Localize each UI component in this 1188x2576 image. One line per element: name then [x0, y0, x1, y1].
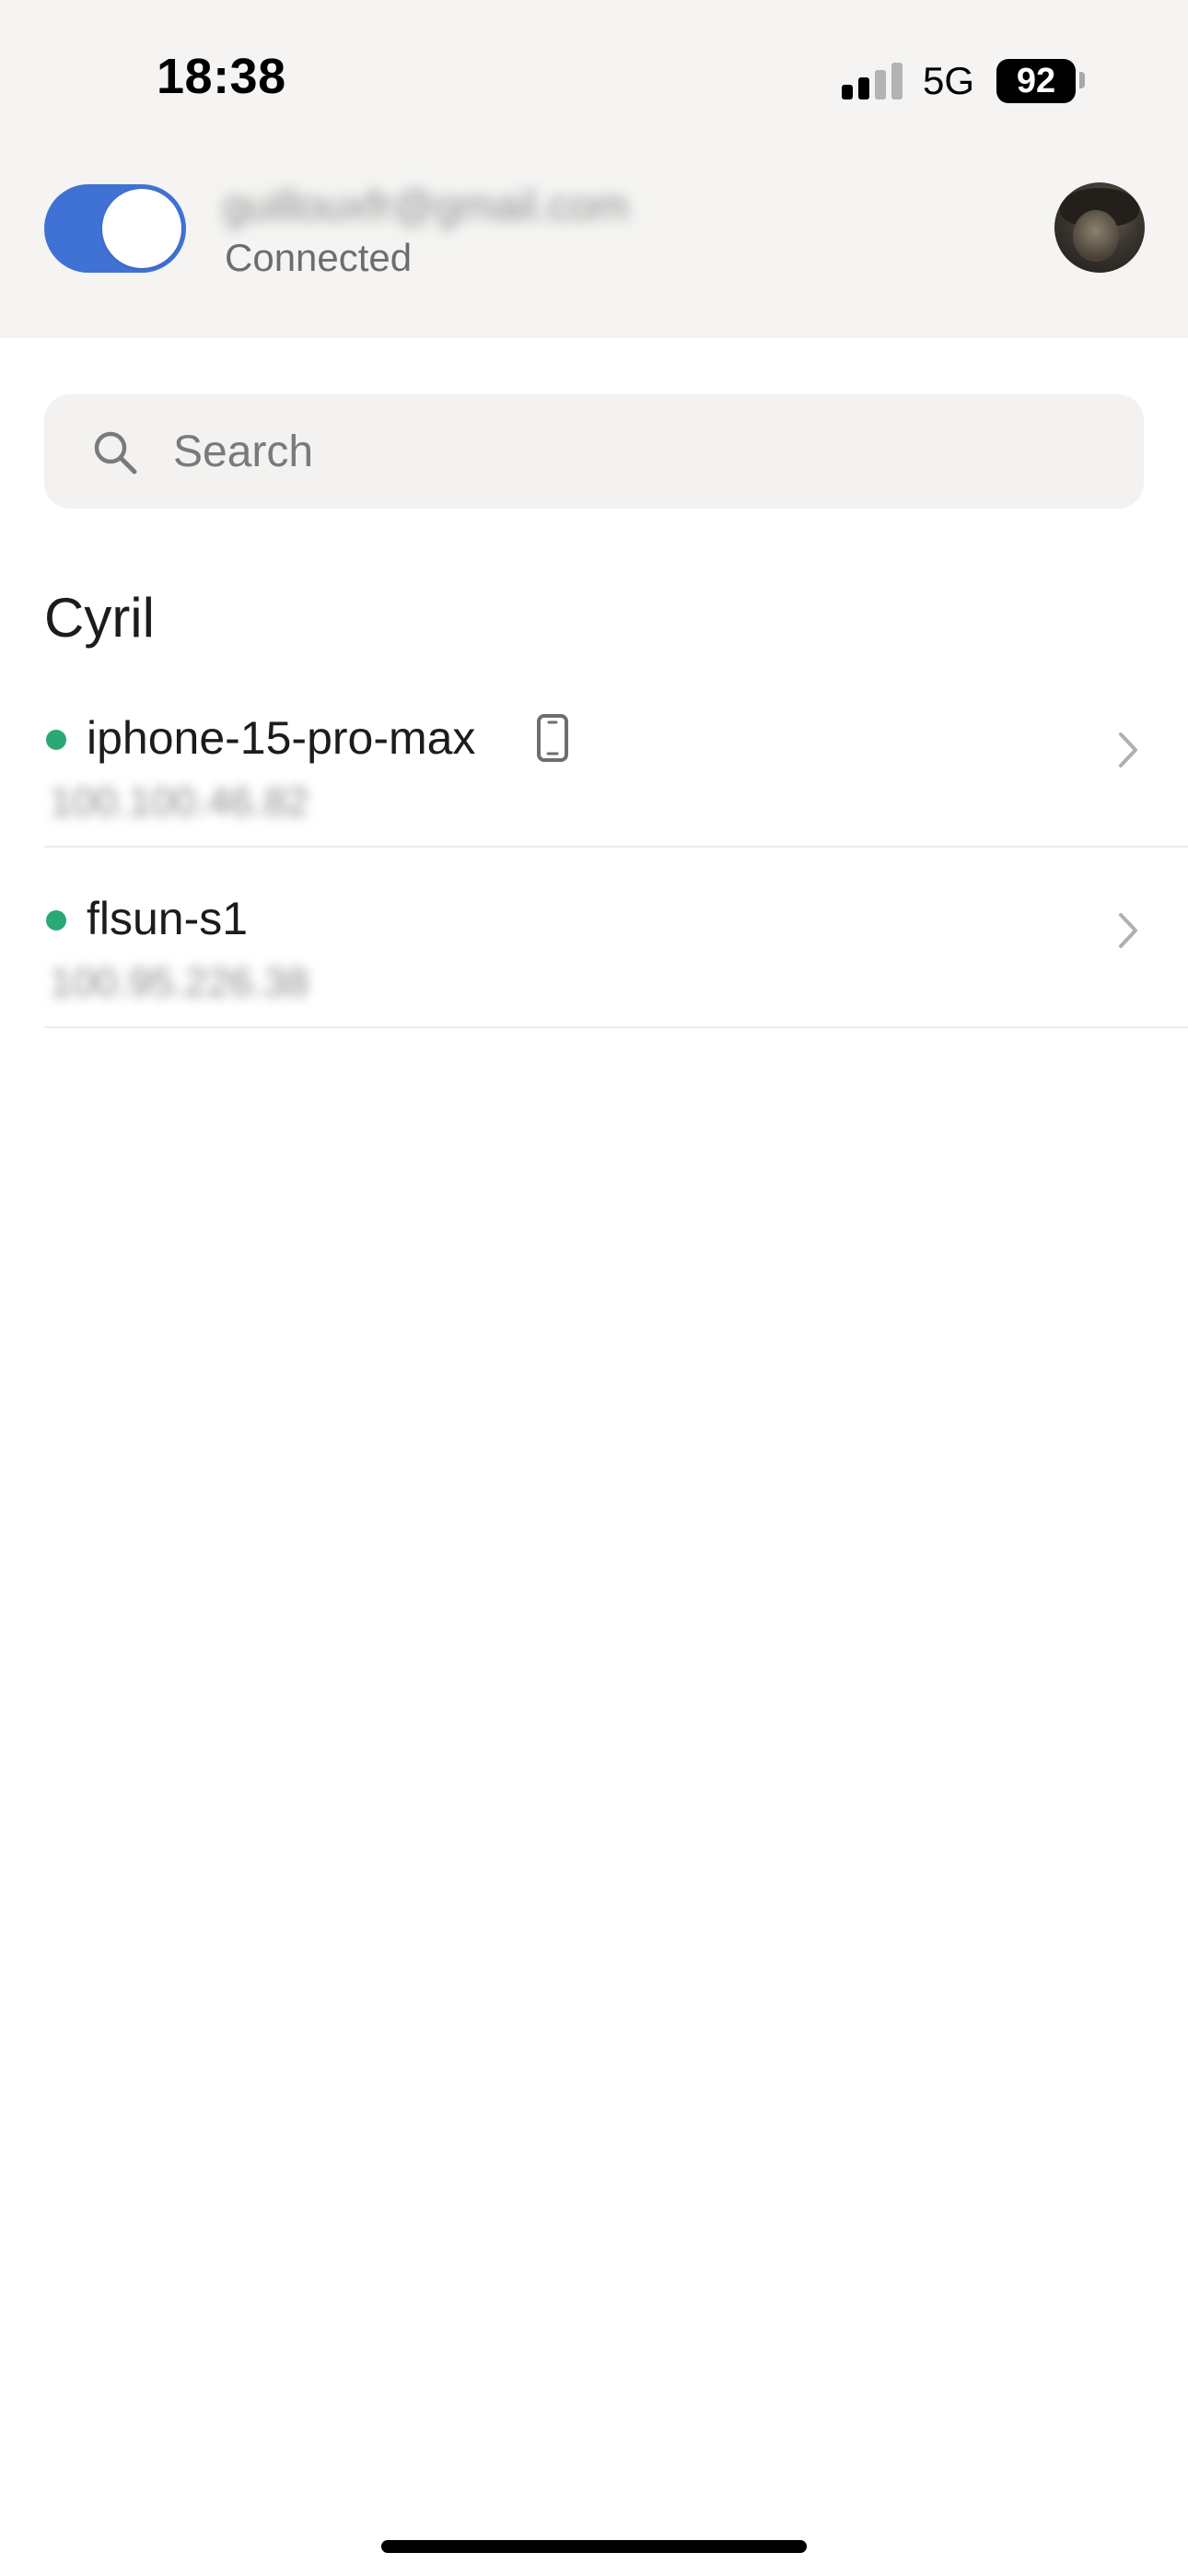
avatar-face [1073, 210, 1119, 262]
cellular-signal-icon [842, 61, 906, 100]
online-status-dot [46, 910, 66, 931]
device-row-flsun-s1[interactable]: flsun-s1 100.95.226.38 [44, 846, 1188, 1028]
phone-icon [537, 714, 568, 762]
network-type: 5G [923, 59, 975, 102]
battery-tip [1079, 72, 1085, 88]
account-email: guillouxfr@gmail.com [223, 181, 629, 229]
search-input[interactable] [173, 394, 1094, 509]
chevron-right-icon [1119, 913, 1137, 948]
toggle-knob [102, 189, 181, 268]
connection-status: Connected [225, 236, 413, 279]
device-name: flsun-s1 [87, 893, 249, 944]
section-title: Cyril [44, 587, 155, 649]
avatar[interactable] [1054, 182, 1145, 273]
status-time: 18:38 [157, 49, 286, 104]
device-row-iphone-15-pro-max[interactable]: iphone-15-pro-max 100.100.46.82 [44, 665, 1188, 848]
search-icon [94, 431, 137, 474]
header: 18:38 5G 92 guillouxfr@gmail.com Connect… [0, 0, 1188, 338]
device-name: iphone-15-pro-max [87, 712, 476, 764]
device-ip: 100.95.226.38 [50, 960, 309, 1005]
online-status-dot [46, 730, 66, 750]
home-indicator[interactable] [381, 2540, 807, 2553]
app-screen: 18:38 5G 92 guillouxfr@gmail.com Connect… [0, 0, 1188, 2576]
battery-icon: 92 [996, 59, 1076, 103]
device-ip: 100.100.46.82 [50, 779, 309, 825]
chevron-right-icon [1119, 732, 1137, 767]
search-bar[interactable] [44, 394, 1144, 509]
vpn-toggle[interactable] [44, 184, 186, 273]
